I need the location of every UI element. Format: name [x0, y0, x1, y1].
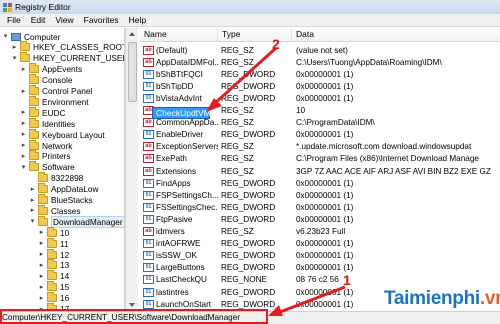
arrow-2-icon	[206, 46, 278, 112]
watermark-main: Taimienphi	[384, 288, 480, 309]
annotation-label-1: 1	[343, 272, 351, 288]
watermark-logo: Taimienphi.vn	[384, 288, 500, 310]
watermark-suffix: .vn	[479, 288, 500, 309]
registry-editor-window: Registry Editor File Edit View Favorites Hel…	[0, 0, 500, 324]
annotation-label-2: 2	[272, 36, 280, 52]
arrow-1-icon	[268, 285, 346, 316]
